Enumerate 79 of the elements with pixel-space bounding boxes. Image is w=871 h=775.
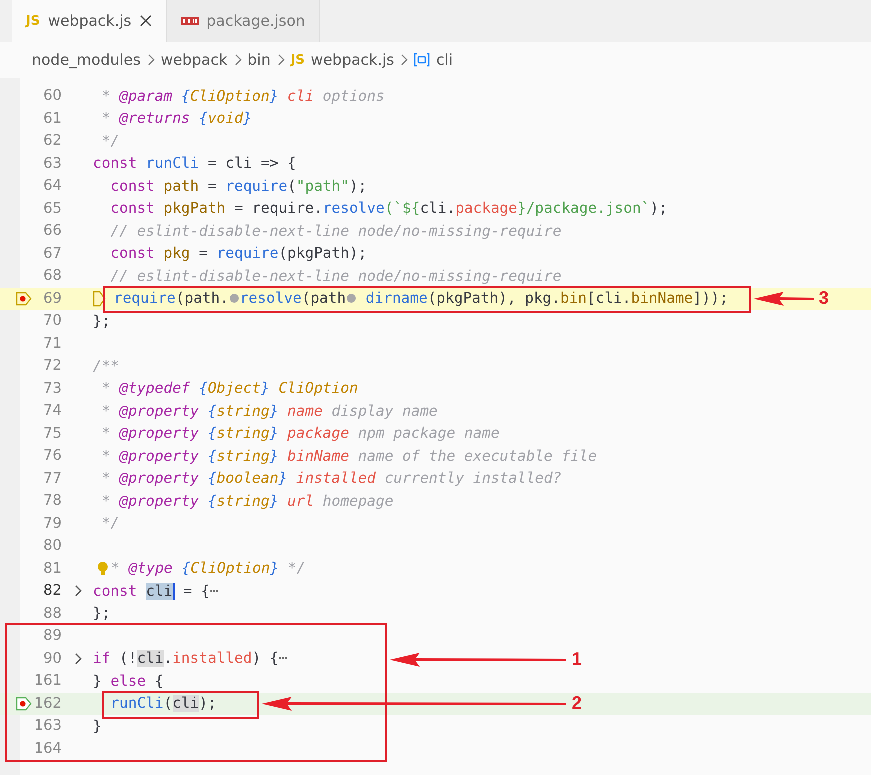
- close-icon[interactable]: [140, 15, 152, 27]
- code-text: dirname(pkgPath), pkg.bin[cli.binName]));: [364, 290, 729, 308]
- code-line: const pkgPath = require.resolve(`${cli.package}/package.json`);: [110, 199, 668, 220]
- line-number: 79: [42, 516, 62, 532]
- chevron-right-icon[interactable]: [74, 652, 82, 665]
- code-line: const pkg = require(pkgPath);: [110, 244, 368, 264]
- annotation-number: 1: [572, 649, 582, 670]
- breadcrumb-item[interactable]: cli: [414, 51, 454, 69]
- code-line: * @property {string} package npm package name: [100, 424, 500, 444]
- code-line: */: [100, 514, 120, 534]
- editor-tab[interactable]: package.json: [166, 0, 320, 42]
- annotation-number: 2: [572, 693, 582, 714]
- line-number: 90: [42, 650, 62, 667]
- line-number: 75: [42, 426, 62, 442]
- chevron-right-icon: [276, 54, 285, 66]
- breadcrumb-item[interactable]: JS webpack.js: [290, 51, 394, 69]
- code-text: require(path.: [114, 290, 229, 308]
- line-number: 67: [42, 246, 62, 262]
- code-line: * @param {CliOption} cli options: [100, 86, 385, 107]
- breadcrumb-item[interactable]: webpack: [160, 51, 228, 69]
- arrow: [754, 291, 814, 307]
- code-line: runCli(cli);: [110, 694, 217, 714]
- code-line: const runCli = cli => {: [93, 154, 296, 174]
- chevron-right-icon[interactable]: [74, 585, 82, 598]
- line-number: 89: [42, 628, 62, 644]
- breadcrumb-item[interactable]: node_modules: [32, 51, 141, 69]
- breadcrumb-item[interactable]: bin: [248, 51, 271, 69]
- line-number: 82: [42, 583, 62, 600]
- code-line: // eslint-disable-next-line node/no-missing-require: [110, 222, 562, 242]
- line-number: 64: [42, 178, 62, 194]
- js-file-icon: JS: [26, 14, 40, 28]
- line-number: 72: [42, 358, 62, 374]
- line-number: 162: [34, 696, 62, 712]
- code-line: * @property {string} name display name: [100, 402, 438, 422]
- line-number: 71: [42, 336, 62, 352]
- code-line: // eslint-disable-next-line node/no-missing-require: [110, 266, 562, 287]
- code-line: * @property {string} binName name of the executable file: [100, 446, 598, 467]
- code-line: };: [93, 604, 111, 624]
- code-line: * @typedef {Object} CliOption: [100, 379, 358, 400]
- code-line: */: [100, 132, 120, 152]
- line-number: 69: [42, 290, 62, 307]
- code-line: }: [93, 716, 102, 737]
- line-number: 70: [42, 313, 62, 330]
- editor-tab[interactable]: JS webpack.js: [12, 0, 167, 42]
- line-number: 76: [42, 448, 62, 464]
- code-text: resolve(path: [240, 290, 346, 308]
- debug-position-icon: [93, 290, 106, 307]
- line-number: 77: [42, 470, 62, 487]
- code-line: * @property {boolean} installed currently installed?: [100, 469, 562, 490]
- code-line: if (!cli.installed) {⋯: [93, 649, 288, 670]
- line-number: 60: [42, 88, 62, 104]
- code-line: /**: [93, 356, 120, 377]
- line-number: 88: [42, 606, 62, 622]
- line-number: 62: [42, 133, 62, 150]
- code-line: const cli = {⋯: [93, 582, 219, 602]
- code-line: };: [93, 312, 111, 332]
- line-number: 68: [42, 268, 62, 284]
- line-number: 164: [34, 740, 62, 757]
- line-number: 65: [42, 200, 62, 217]
- code-line: * @property {string} url homepage: [100, 492, 394, 512]
- line-number: 81: [42, 560, 62, 577]
- line-number: 73: [42, 380, 62, 397]
- line-number: 61: [42, 110, 62, 127]
- line-number: 163: [34, 718, 62, 734]
- line-number: 80: [42, 538, 62, 554]
- line-number: 161: [34, 673, 62, 690]
- variable-icon: [414, 53, 430, 67]
- chevron-right-icon: [400, 54, 408, 66]
- chevron-right-icon: [146, 54, 155, 66]
- annotation-number: 3: [819, 288, 830, 309]
- line-number: 66: [42, 223, 62, 240]
- line-number: 74: [42, 403, 62, 420]
- chevron-right-icon: [234, 54, 242, 66]
- line-number: 78: [42, 493, 62, 510]
- code-line: const path = require("path");: [110, 176, 368, 197]
- code-line: * @returns {void}: [100, 109, 252, 130]
- code-line: } else {: [93, 672, 164, 692]
- line-number: 63: [42, 156, 62, 172]
- code-line: * @type {CliOption} */: [111, 559, 306, 580]
